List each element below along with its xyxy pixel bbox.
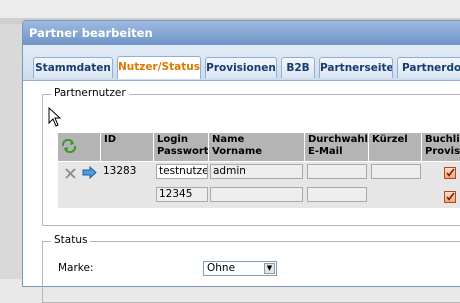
header-kuerzel-label: Kürzel <box>372 134 408 145</box>
name-field[interactable]: admin <box>210 164 303 179</box>
header-durchwahl: Durchwahl/ E-Mail <box>305 133 368 161</box>
tab-provisionen[interactable]: Provisionen <box>205 57 277 78</box>
marke-label: Marke: <box>58 262 94 274</box>
status-legend: Status <box>51 234 91 246</box>
refresh-icon[interactable] <box>61 138 77 154</box>
header-buchli: Buchli Provis <box>422 133 460 161</box>
partnernutzer-legend: Partnernutzer <box>51 87 129 99</box>
header-login: Login Passwort <box>154 133 208 161</box>
header-provis-label: Provis <box>425 146 460 157</box>
tab-nutzer-status[interactable]: Nutzer/Status <box>117 56 201 79</box>
header-id-label: ID <box>104 134 117 145</box>
edit-checkbox-icon[interactable] <box>444 167 456 179</box>
email-field[interactable] <box>307 187 367 202</box>
header-refresh-cell <box>58 133 100 161</box>
mouse-cursor-icon <box>48 107 62 127</box>
tab-partnerseite[interactable]: Partnerseite <box>319 57 393 78</box>
row-id: 13283 <box>103 165 137 177</box>
header-name-label: Name <box>212 134 245 145</box>
arrow-right-icon[interactable] <box>82 166 97 179</box>
login-field[interactable]: testnutzer <box>156 164 208 179</box>
edit-checkbox-icon-2[interactable] <box>444 191 456 203</box>
header-durchwahl-label: Durchwahl/ <box>308 134 368 145</box>
header-passwort-label: Passwort <box>157 146 208 157</box>
background-left <box>0 24 22 279</box>
header-buchli-label: Buchli <box>425 134 460 145</box>
header-email-label: E-Mail <box>308 146 343 157</box>
background-top <box>0 0 460 18</box>
tab-b2b[interactable]: B2B <box>281 57 315 78</box>
tab-strip: Stammdaten Nutzer/Status Provisionen B2B… <box>23 45 460 81</box>
durchwahl-field[interactable] <box>307 164 367 179</box>
delete-x-icon[interactable] <box>65 168 76 179</box>
chevron-down-icon[interactable]: ▼ <box>264 263 275 274</box>
kuerzel-field[interactable] <box>371 164 421 179</box>
window-title: Partner bearbeiten <box>23 21 460 45</box>
marke-select[interactable]: Ohne ▼ <box>203 261 277 276</box>
header-vorname-label: Vorname <box>212 146 263 157</box>
marke-select-value: Ohne <box>207 262 236 274</box>
header-kuerzel: Kürzel <box>369 133 421 161</box>
password-field[interactable]: 12345 <box>156 187 208 202</box>
tab-partnerdok[interactable]: Partnerdok <box>397 57 460 78</box>
vorname-field[interactable] <box>210 187 303 202</box>
header-login-label: Login <box>157 134 188 145</box>
header-id: ID <box>101 133 153 161</box>
tab-stammdaten[interactable]: Stammdaten <box>33 57 113 78</box>
header-name: Name Vorname <box>209 133 304 161</box>
